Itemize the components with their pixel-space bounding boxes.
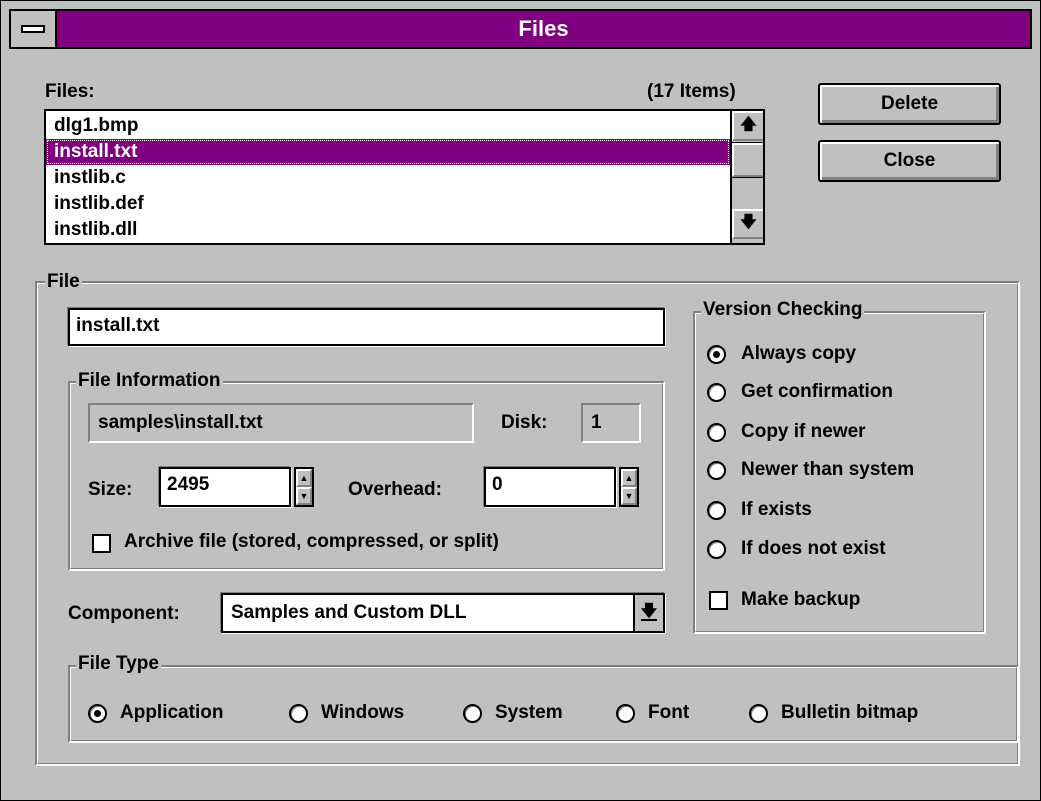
- system-menu-icon[interactable]: [11, 11, 57, 47]
- archive-label[interactable]: Archive file (stored, compressed, or spl…: [124, 531, 499, 553]
- window-title: Files: [518, 16, 569, 41]
- file-type-radio-system[interactable]: [463, 704, 482, 723]
- file-type-radio-bulletin[interactable]: [749, 704, 768, 723]
- version-radio-if-does-not-exist[interactable]: [707, 540, 726, 559]
- file-type-label-system[interactable]: System: [495, 702, 563, 724]
- file-type-label-font[interactable]: Font: [648, 702, 689, 724]
- files-dialog: Files Files: (17 Items) dlg1.bmp install…: [0, 0, 1041, 801]
- make-backup-label[interactable]: Make backup: [741, 589, 860, 611]
- version-radio-copy-if-newer[interactable]: [707, 423, 726, 442]
- component-dropdown[interactable]: Samples and Custom DLL 🡇: [221, 593, 665, 633]
- version-radio-newer-than-system[interactable]: [707, 461, 726, 480]
- file-type-label-bulletin[interactable]: Bulletin bitmap: [781, 702, 918, 724]
- version-radio-if-exists[interactable]: [707, 501, 726, 520]
- component-label: Component:: [68, 603, 180, 624]
- version-radio-always-copy[interactable]: [707, 345, 726, 364]
- file-type-radio-application[interactable]: [88, 704, 107, 723]
- size-field[interactable]: 2495: [159, 467, 291, 507]
- spin-down-icon[interactable]: ▼: [296, 487, 312, 505]
- spin-up-icon[interactable]: ▲: [621, 469, 637, 487]
- file-type-radio-font[interactable]: [616, 704, 635, 723]
- version-radio-get-confirmation[interactable]: [707, 383, 726, 402]
- scrollbar-thumb[interactable]: [731, 142, 763, 178]
- component-value: Samples and Custom DLL: [231, 602, 467, 623]
- title-bar[interactable]: Files: [9, 9, 1032, 49]
- disk-value: 1: [581, 403, 641, 443]
- close-button[interactable]: Close: [818, 140, 1001, 182]
- files-list-label-text: Files:: [45, 81, 95, 102]
- file-type-label: File Type: [76, 653, 161, 675]
- spin-down-icon[interactable]: ▼: [621, 487, 637, 505]
- file-type-label-application[interactable]: Application: [120, 702, 223, 724]
- overhead-field[interactable]: 0: [484, 467, 616, 507]
- make-backup-checkbox[interactable]: [709, 591, 728, 610]
- dropdown-arrow-icon[interactable]: 🡇: [633, 595, 663, 631]
- disk-label: Disk:: [501, 412, 548, 433]
- files-scrollbar[interactable]: 🡅 🡇: [730, 111, 763, 243]
- list-item[interactable]: dlg1.bmp: [46, 113, 730, 139]
- file-information-label: File Information: [76, 370, 223, 392]
- size-spinner[interactable]: ▲ ▼: [294, 467, 314, 507]
- file-type-radio-windows[interactable]: [289, 704, 308, 723]
- file-type-label-windows[interactable]: Windows: [321, 702, 404, 724]
- list-item-selected[interactable]: install.txt: [46, 139, 730, 165]
- file-name-field[interactable]: install.txt: [68, 308, 665, 346]
- list-item[interactable]: instlib.def: [46, 191, 730, 217]
- files-count-label: (17 Items): [647, 81, 736, 102]
- files-list-label: Files:: [45, 81, 95, 103]
- version-label-if-does-not-exist[interactable]: If does not exist: [741, 538, 886, 560]
- files-listbox[interactable]: dlg1.bmp install.txt instlib.c instlib.d…: [44, 109, 765, 245]
- version-checking-label: Version Checking: [701, 299, 865, 321]
- delete-button[interactable]: Delete: [818, 83, 1001, 125]
- overhead-spinner[interactable]: ▲ ▼: [619, 467, 639, 507]
- version-label-always-copy[interactable]: Always copy: [741, 343, 856, 365]
- version-label-get-confirmation[interactable]: Get confirmation: [741, 381, 893, 403]
- archive-checkbox[interactable]: [92, 534, 111, 553]
- version-label-newer-than-system[interactable]: Newer than system: [741, 459, 914, 481]
- size-label: Size:: [88, 479, 133, 500]
- version-label-copy-if-newer[interactable]: Copy if newer: [741, 421, 866, 443]
- version-label-if-exists[interactable]: If exists: [741, 499, 812, 521]
- arrow-up-icon[interactable]: 🡅: [732, 111, 763, 141]
- arrow-down-icon[interactable]: 🡇: [732, 209, 763, 239]
- list-item[interactable]: instlib.c: [46, 165, 730, 191]
- file-path-display: samples\install.txt: [88, 403, 474, 443]
- spin-up-icon[interactable]: ▲: [296, 469, 312, 487]
- list-item[interactable]: instlib.dll: [46, 217, 730, 243]
- file-group-label: File: [45, 271, 82, 293]
- overhead-label: Overhead:: [348, 479, 442, 500]
